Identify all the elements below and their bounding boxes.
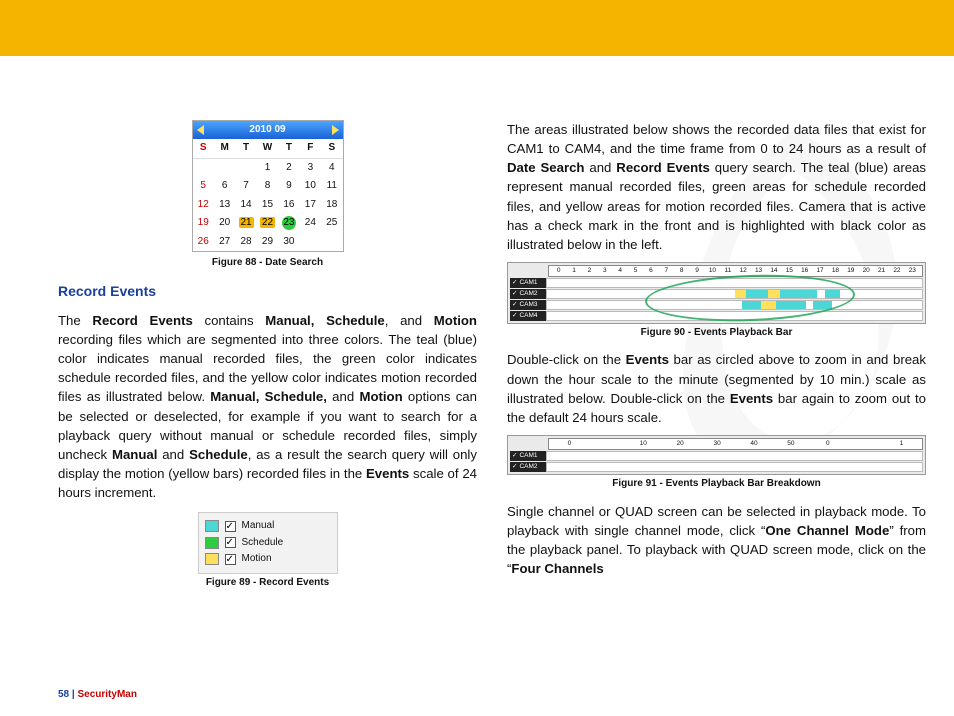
calendar-day[interactable]: 9 xyxy=(278,177,299,196)
calendar-day[interactable]: 26 xyxy=(193,233,214,252)
playback-row: ✓CAM2 xyxy=(510,462,923,472)
calendar-day[interactable]: 23 xyxy=(278,214,299,233)
camera-label[interactable]: ✓CAM1 xyxy=(510,278,546,288)
calendar-grid: SMTWTFS123456789101112131415161718192021… xyxy=(193,139,343,251)
calendar-day[interactable]: 13 xyxy=(214,196,235,215)
calendar-dow: S xyxy=(321,139,342,159)
calendar-day[interactable]: 24 xyxy=(300,214,321,233)
check-icon: ✓ xyxy=(512,300,517,309)
calendar-widget: 2010 09 SMTWTFS1234567891011121314151617… xyxy=(192,120,344,252)
calendar-dow: S xyxy=(193,139,214,159)
calendar-day[interactable]: 20 xyxy=(214,214,235,233)
camera-label[interactable]: ✓CAM3 xyxy=(510,300,546,310)
camera-label[interactable]: ✓CAM2 xyxy=(510,289,546,299)
camera-label[interactable]: ✓CAM2 xyxy=(510,462,546,472)
legend-label-manual: Manual xyxy=(242,519,275,534)
figure-90-caption: Figure 90 - Events Playback Bar xyxy=(507,326,926,341)
calendar-day[interactable]: 1 xyxy=(257,159,278,178)
checkbox-motion[interactable] xyxy=(225,554,236,565)
calendar-day[interactable]: 6 xyxy=(214,177,235,196)
legend-label-schedule: Schedule xyxy=(242,536,284,551)
paragraph-channel-mode: Single channel or QUAD screen can be sel… xyxy=(507,502,926,579)
calendar-day[interactable]: 4 xyxy=(321,159,342,178)
calendar-day[interactable]: 19 xyxy=(193,214,214,233)
section-title-record-events: Record Events xyxy=(58,281,477,301)
page-footer: 58 | SecurityMan xyxy=(58,689,137,700)
playback-rows-2: ✓CAM1✓CAM2 xyxy=(510,451,923,472)
legend-label-motion: Motion xyxy=(242,552,272,567)
calendar-day[interactable]: 2 xyxy=(278,159,299,178)
calendar-dow: F xyxy=(300,139,321,159)
calendar-dow: W xyxy=(257,139,278,159)
calendar-title: 2010 09 xyxy=(249,123,285,138)
camera-label[interactable]: ✓CAM4 xyxy=(510,311,546,321)
calendar-day[interactable]: 3 xyxy=(300,159,321,178)
calendar-day[interactable]: 21 xyxy=(235,214,256,233)
calendar-day[interactable]: 27 xyxy=(214,233,235,252)
figure-91-caption: Figure 91 - Events Playback Bar Breakdow… xyxy=(507,477,926,492)
calendar-day[interactable]: 7 xyxy=(235,177,256,196)
record-events-legend: Manual Schedule Motion xyxy=(198,512,338,574)
calendar-day[interactable]: 8 xyxy=(257,177,278,196)
calendar-day[interactable]: 22 xyxy=(257,214,278,233)
check-icon: ✓ xyxy=(512,462,517,471)
next-month-icon[interactable] xyxy=(332,125,339,135)
camera-label[interactable]: ✓CAM1 xyxy=(510,451,546,461)
legend-row-motion: Motion xyxy=(205,552,331,567)
paragraph-doubleclick: Double-click on the Events bar as circle… xyxy=(507,350,926,427)
content-columns: 2010 09 SMTWTFS1234567891011121314151617… xyxy=(58,120,926,676)
calendar-day[interactable]: 30 xyxy=(278,233,299,252)
checkbox-schedule[interactable] xyxy=(225,537,236,548)
check-icon: ✓ xyxy=(512,289,517,298)
calendar-day[interactable]: 14 xyxy=(235,196,256,215)
figure-89-caption: Figure 89 - Record Events xyxy=(58,576,477,591)
header-bar xyxy=(0,0,954,56)
checkbox-manual[interactable] xyxy=(225,521,236,532)
calendar-dow: T xyxy=(235,139,256,159)
prev-month-icon[interactable] xyxy=(197,125,204,135)
check-icon: ✓ xyxy=(512,278,517,287)
swatch-teal xyxy=(205,520,219,532)
legend-row-manual: Manual xyxy=(205,519,331,534)
calendar-day[interactable]: 25 xyxy=(321,214,342,233)
footer-brand: SecurityMan xyxy=(77,689,136,700)
page-number: 58 xyxy=(58,689,69,700)
calendar-day[interactable]: 18 xyxy=(321,196,342,215)
playback-scale-minutes: 0102030405001 xyxy=(548,438,923,450)
playback-row: ✓CAM1 xyxy=(510,451,923,461)
check-icon: ✓ xyxy=(512,451,517,460)
figure-88-caption: Figure 88 - Date Search xyxy=(58,256,477,271)
calendar-day[interactable]: 17 xyxy=(300,196,321,215)
calendar-day[interactable]: 29 xyxy=(257,233,278,252)
playback-track[interactable] xyxy=(546,462,923,472)
calendar-dow: T xyxy=(278,139,299,159)
calendar-day[interactable]: 15 xyxy=(257,196,278,215)
right-column: The areas illustrated below shows the re… xyxy=(507,120,926,676)
calendar-day[interactable]: 16 xyxy=(278,196,299,215)
legend-row-schedule: Schedule xyxy=(205,536,331,551)
check-icon: ✓ xyxy=(512,311,517,320)
paragraph-areas: The areas illustrated below shows the re… xyxy=(507,120,926,254)
calendar-dow: M xyxy=(214,139,235,159)
swatch-green xyxy=(205,537,219,549)
calendar-day[interactable]: 5 xyxy=(193,177,214,196)
events-playback-bar-breakdown: 0102030405001 ✓CAM1✓CAM2 xyxy=(507,435,926,475)
calendar-header: 2010 09 xyxy=(193,121,343,139)
calendar-day[interactable]: 10 xyxy=(300,177,321,196)
swatch-yellow xyxy=(205,553,219,565)
playback-track[interactable] xyxy=(546,451,923,461)
calendar-day[interactable]: 28 xyxy=(235,233,256,252)
calendar-day[interactable]: 11 xyxy=(321,177,342,196)
calendar-day[interactable]: 12 xyxy=(193,196,214,215)
paragraph-record-events: The Record Events contains Manual, Sched… xyxy=(58,311,477,502)
events-playback-bar: 01234567891011121314151617181920212223 ✓… xyxy=(507,262,926,324)
left-column: 2010 09 SMTWTFS1234567891011121314151617… xyxy=(58,120,477,676)
